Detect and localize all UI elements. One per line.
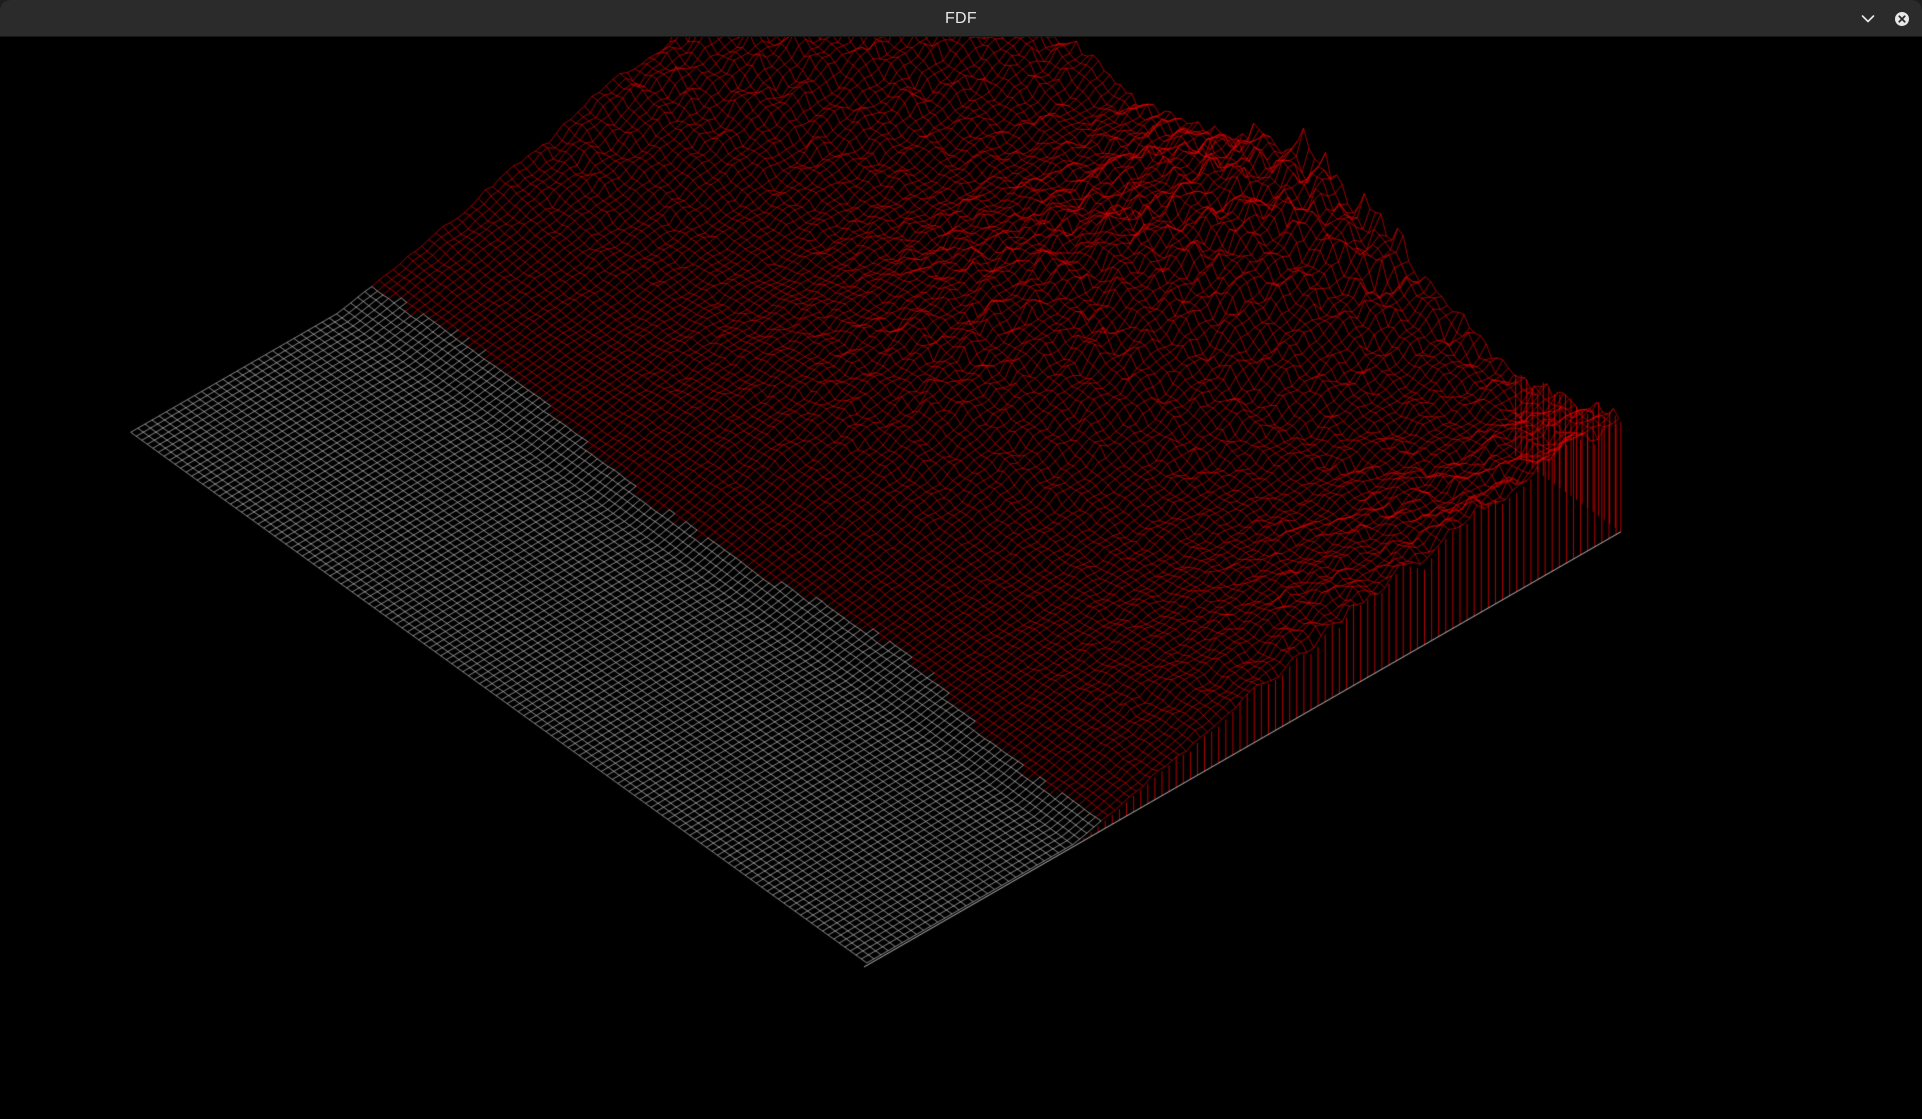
fdf-window: FDF [0,0,1922,1119]
title-bar[interactable]: FDF [0,0,1922,37]
close-button[interactable] [1890,7,1914,31]
render-viewport[interactable] [0,37,1922,1119]
chevron-down-icon [1861,15,1875,23]
window-title: FDF [944,10,977,27]
window-menu-button[interactable] [1856,7,1880,31]
wireframe-map-canvas[interactable] [0,37,1922,1119]
close-icon [1895,12,1909,26]
